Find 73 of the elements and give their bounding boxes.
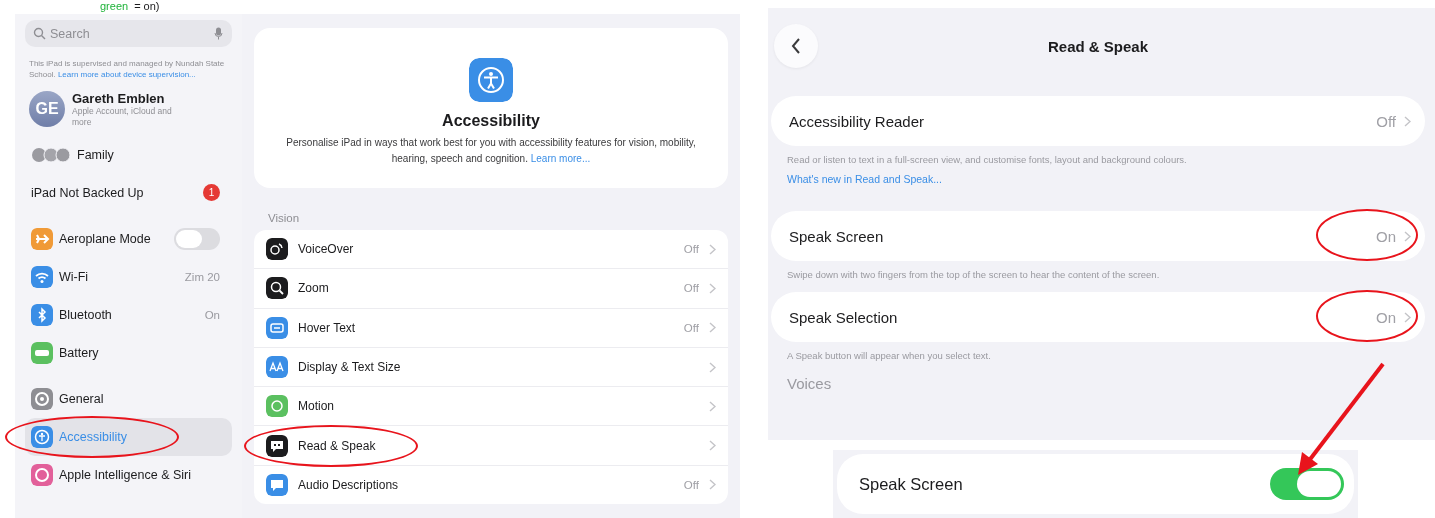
sidebar-item[interactable]: Battery: [25, 333, 232, 372]
wifi-icon: [31, 265, 53, 288]
row-value: Off: [683, 321, 699, 334]
text-size-icon: [266, 356, 288, 379]
family-avatars-icon: [31, 146, 71, 163]
settings-row[interactable]: Speak Screen On: [771, 211, 1425, 261]
chevron-icon: [709, 361, 716, 373]
accessibility-icon: [31, 425, 53, 448]
notification-badge: 1: [203, 184, 220, 202]
supervision-note: This iPad is supervised and managed by Nundah State School. Learn more about device supervision...: [29, 59, 226, 81]
settings-row[interactable]: Zoom Off: [254, 269, 728, 309]
page-title: Accessibility: [442, 112, 540, 130]
chevron-icon: [1404, 311, 1411, 323]
bluetooth-icon: [31, 303, 53, 326]
toggle-switch[interactable]: [1270, 468, 1344, 500]
chevron-icon: [1404, 115, 1411, 127]
hover-text-icon: [266, 316, 288, 339]
settings-icon: [31, 387, 53, 410]
family-label[interactable]: Family: [77, 147, 220, 162]
motion-icon: [266, 395, 288, 418]
row-value: Off: [683, 478, 699, 491]
section-header: Voices: [787, 375, 833, 392]
account-subtitle: Apple Account, iCloud and more: [72, 105, 173, 128]
settings-row[interactable]: Speak Screen: [837, 454, 1354, 514]
sidebar-item[interactable]: Apple Intelligence & Siri: [25, 455, 232, 494]
accessibility-icon: [469, 58, 513, 102]
item-value: Zim 20: [184, 270, 220, 283]
chevron-icon: [1404, 230, 1411, 242]
screen-title: Read & Speak: [1047, 37, 1148, 55]
search-icon: [33, 27, 46, 40]
account-name[interactable]: Gareth Emblen: [72, 90, 182, 106]
caption-text: = on): [134, 0, 160, 13]
chevron-icon: [709, 243, 716, 255]
microphone-icon: [214, 27, 223, 40]
caption-text: green: [100, 0, 129, 13]
chevron-icon: [709, 479, 716, 491]
settings-row[interactable]: Speak Selection On: [771, 292, 1425, 342]
back-chevron-icon: [791, 38, 801, 54]
chevron-icon: [709, 400, 716, 412]
airplane-icon: [31, 227, 53, 250]
toggle-switch[interactable]: [174, 227, 220, 250]
settings-row[interactable]: Motion: [254, 387, 728, 427]
row-footnote: Swipe down with two fingers from the top of the screen to hear the content of the screen.: [787, 269, 1161, 280]
item-value: On: [204, 308, 220, 321]
chevron-icon: [709, 440, 716, 452]
settings-row[interactable]: Hover Text Off: [254, 308, 728, 348]
backup-warning[interactable]: iPad Not Backed Up: [31, 185, 197, 200]
sidebar-item[interactable]: General: [25, 379, 232, 418]
row-value: Off: [683, 282, 699, 295]
battery-icon: [31, 341, 53, 364]
sidebar-item[interactable]: Aeroplane Mode: [25, 219, 232, 258]
back-button[interactable]: [774, 24, 818, 68]
settings-row[interactable]: Read & Speak: [254, 426, 728, 466]
magnifier-icon: [266, 277, 288, 300]
settings-row[interactable]: VoiceOver Off: [254, 230, 728, 270]
chevron-icon: [709, 322, 716, 334]
settings-row[interactable]: Audio Descriptions Off: [254, 465, 728, 505]
learn-more-link[interactable]: Learn more...: [530, 152, 591, 164]
page-description: Personalise iPad in ways that work best for you with accessibility features for vision, mobility, hearing, speech and cognition. Learn more...: [285, 136, 697, 166]
voiceover-icon: [266, 238, 288, 261]
row-footnote: A Speak button will appear when you select text.: [787, 350, 992, 361]
sidebar-item[interactable]: Bluetooth On: [25, 295, 232, 334]
speech-bubble-icon: [266, 434, 288, 457]
section-header: Vision: [268, 212, 301, 224]
settings-row[interactable]: Accessibility Reader Off: [771, 96, 1425, 146]
speech-bubble-icon: [266, 473, 288, 496]
row-value: Off: [683, 243, 699, 256]
row-footnote: Read or listen to text in a full-screen view, and customise fonts, layout and background colours.: [787, 154, 1188, 165]
sidebar-item[interactable]: Wi-Fi Zim 20: [25, 257, 232, 296]
siri-icon: [31, 463, 53, 486]
settings-row[interactable]: Display & Text Size: [254, 347, 728, 388]
chevron-icon: [709, 282, 716, 294]
search-field[interactable]: Search: [25, 20, 232, 47]
